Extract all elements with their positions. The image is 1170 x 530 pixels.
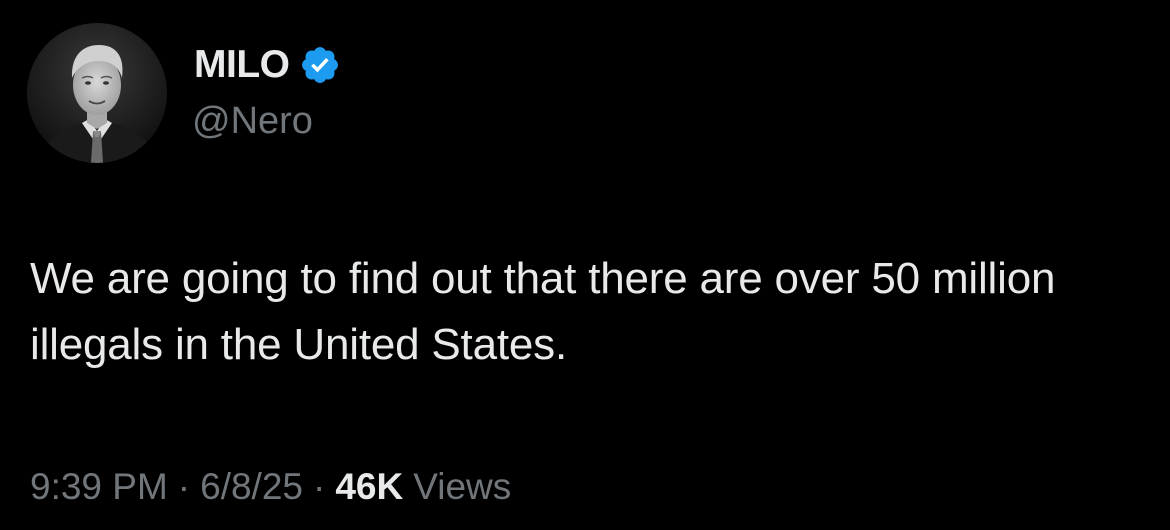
meta-separator: ·: [313, 466, 326, 507]
tweet-meta: 9:39 PM · 6/8/25 · 46K Views: [30, 466, 511, 508]
tweet-body: We are going to find out that there are …: [30, 254, 1056, 369]
avatar[interactable]: [27, 23, 167, 163]
views-label[interactable]: Views: [413, 466, 511, 508]
tweet-date[interactable]: 6/8/25: [200, 466, 303, 508]
meta-separator: ·: [177, 466, 191, 507]
verified-badge-icon[interactable]: [299, 44, 341, 86]
avatar-portrait-icon: [27, 23, 167, 163]
display-name[interactable]: MILO: [194, 43, 290, 87]
author-handle[interactable]: @Nero: [192, 100, 313, 143]
tweet-time[interactable]: 9:39 PM: [30, 466, 168, 508]
views-count[interactable]: 46K: [335, 466, 403, 508]
author-name-row[interactable]: MILO: [194, 40, 341, 90]
tweet-card: MILO @Nero We are going to find out that…: [0, 0, 1170, 530]
